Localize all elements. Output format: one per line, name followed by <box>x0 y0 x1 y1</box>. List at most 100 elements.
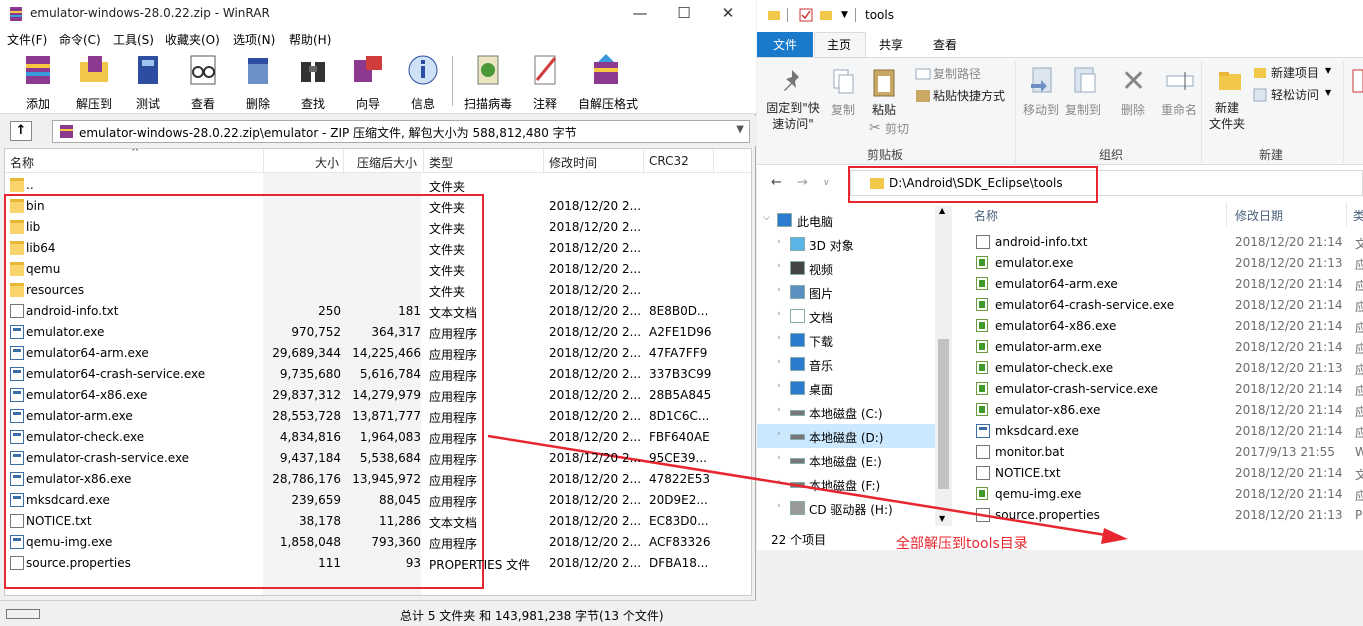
chevron-right-icon[interactable]: › <box>777 357 781 367</box>
chevron-down-icon[interactable]: ⌵ <box>763 213 770 223</box>
table-row[interactable]: emulator.exe 970,752 364,317 应用程序 2018/12/20… <box>5 322 751 343</box>
table-row[interactable]: qemu 文件夹 2018/12/20 2... <box>5 259 751 280</box>
winrar-path-field[interactable]: emulator-windows-28.0.22.zip\emulator - … <box>52 120 750 143</box>
table-row[interactable]: qemu-img.exe 1,858,048 793,360 应用程序 2018/12/… <box>5 532 751 553</box>
chevron-down-icon[interactable]: ▼ <box>736 124 744 135</box>
list-item[interactable]: emulator64-crash-service.exe 2018/12/20 2… <box>954 295 1363 316</box>
table-row[interactable]: mksdcard.exe 239,659 88,045 应用程序 2018/12/20 … <box>5 490 751 511</box>
new-item-button[interactable]: 新建项目 <box>1271 65 1319 81</box>
easy-access-dropdown-icon[interactable]: ▼ <box>1325 88 1331 97</box>
nav-item[interactable]: › 图片 <box>757 280 935 304</box>
menu-file[interactable]: 文件(F) <box>7 31 47 48</box>
info-button[interactable]: 信息 <box>395 52 451 112</box>
table-row[interactable]: emulator-crash-service.exe 9,437,184 5,538… <box>5 448 751 469</box>
maximize-button[interactable]: ☐ <box>664 4 704 22</box>
cut-button[interactable]: 剪切 <box>885 121 909 137</box>
tab-home[interactable]: 主页 <box>827 36 851 53</box>
chevron-right-icon[interactable]: › <box>777 237 781 247</box>
close-button[interactable]: ✕ <box>708 4 748 22</box>
table-row[interactable]: emulator64-x86.exe 29,837,312 14,279,979 应用… <box>5 385 751 406</box>
nav-item[interactable]: › 音乐 <box>757 352 935 376</box>
new-item-dropdown-icon[interactable]: ▼ <box>1325 66 1331 75</box>
scan-virus-button[interactable]: 扫描病毒 <box>460 52 516 112</box>
nav-item[interactable]: › 文档 <box>757 304 935 328</box>
rename-button[interactable]: 重命名 <box>1161 102 1197 118</box>
col-date-explorer[interactable]: 修改日期 <box>1235 207 1283 224</box>
table-row[interactable]: .. 文件夹 <box>5 175 751 196</box>
col-mtime[interactable]: 修改时间 <box>549 154 597 171</box>
col-type-explorer[interactable]: 类 <box>1353 207 1363 224</box>
copy-to-button[interactable]: 复制到 <box>1065 102 1101 118</box>
chevron-right-icon[interactable]: › <box>777 333 781 343</box>
find-button[interactable]: 查找 <box>285 52 341 112</box>
chevron-right-icon[interactable]: › <box>777 381 781 391</box>
menu-commands[interactable]: 命令(C) <box>59 31 101 48</box>
nav-item[interactable]: › 下载 <box>757 328 935 352</box>
list-item[interactable]: emulator-check.exe 2018/12/20 21:13 应 <box>954 358 1363 379</box>
table-row[interactable]: source.properties 111 93 PROPERTIES 文件 2018/… <box>5 553 751 574</box>
paste-shortcut-button[interactable]: 粘贴快捷方式 <box>933 88 1005 104</box>
list-item[interactable]: emulator-arm.exe 2018/12/20 21:14 应 <box>954 337 1363 358</box>
copy-button[interactable]: 复制 <box>829 102 857 118</box>
nav-item[interactable]: ⌵ 此电脑 <box>757 208 935 232</box>
nav-item[interactable]: › 3D 对象 <box>757 232 935 256</box>
extract-to-button[interactable]: 解压到 <box>66 52 122 112</box>
test-button[interactable]: 测试 <box>120 52 176 112</box>
wizard-button[interactable]: 向导 <box>340 52 396 112</box>
list-item[interactable]: emulator-crash-service.exe 2018/12/20 21:… <box>954 379 1363 400</box>
table-row[interactable]: emulator64-crash-service.exe 9,735,680 5,6… <box>5 364 751 385</box>
recent-dropdown-icon[interactable]: ∨ <box>823 178 830 188</box>
col-crc[interactable]: CRC32 <box>649 154 689 168</box>
list-item[interactable]: emulator64-arm.exe 2018/12/20 21:14 应 <box>954 274 1363 295</box>
col-size[interactable]: 大小 <box>315 154 339 171</box>
chevron-right-icon[interactable]: › <box>777 261 781 271</box>
col-name-explorer[interactable]: 名称 <box>974 207 998 224</box>
chevron-right-icon[interactable]: › <box>777 285 781 295</box>
table-row[interactable]: emulator-x86.exe 28,786,176 13,945,972 应用程序… <box>5 469 751 490</box>
pin-quick-access-button[interactable]: 固定到"快 速访问" <box>761 100 825 132</box>
menu-options[interactable]: 选项(N) <box>233 31 275 48</box>
table-row[interactable]: NOTICE.txt 38,178 11,286 文本文档 2018/12/20 2..… <box>5 511 751 532</box>
move-to-button[interactable]: 移动到 <box>1023 102 1059 118</box>
list-item[interactable]: emulator.exe 2018/12/20 21:13 应 <box>954 253 1363 274</box>
add-button[interactable]: 添加 <box>10 52 66 112</box>
delete-button[interactable]: 删除 <box>230 52 286 112</box>
properties-icon[interactable] <box>799 8 813 22</box>
table-row[interactable]: emulator-arm.exe 28,553,728 13,871,777 应用程序… <box>5 406 751 427</box>
table-row[interactable]: emulator64-arm.exe 29,689,344 14,225,466 应用… <box>5 343 751 364</box>
menu-help[interactable]: 帮助(H) <box>289 31 331 48</box>
view-button[interactable]: 查看 <box>175 52 231 112</box>
nav-item[interactable]: › 视频 <box>757 256 935 280</box>
col-type[interactable]: 类型 <box>429 154 453 171</box>
chevron-right-icon[interactable]: › <box>777 309 781 319</box>
back-arrow-icon[interactable]: ← <box>771 175 782 190</box>
menu-favorites[interactable]: 收藏夹(O) <box>165 31 220 48</box>
new-folder-icon[interactable] <box>819 8 833 22</box>
scroll-up-icon[interactable]: ▲ <box>939 206 945 215</box>
chevron-right-icon[interactable]: › <box>777 405 781 415</box>
up-folder-button[interactable]: ↑ <box>10 121 32 141</box>
list-item[interactable]: android-info.txt 2018/12/20 21:14 文 <box>954 232 1363 253</box>
table-row[interactable]: emulator-check.exe 4,834,816 1,964,083 应用程序… <box>5 427 751 448</box>
copy-path-button[interactable]: 复制路径 <box>933 66 981 82</box>
table-row[interactable]: android-info.txt 250 181 文本文档 2018/12/20 2..… <box>5 301 751 322</box>
forward-arrow-icon[interactable]: → <box>797 175 808 190</box>
customize-quick-access-icon[interactable]: ▼ <box>841 10 855 24</box>
ribbon-delete-button[interactable]: 删除 <box>1121 102 1145 118</box>
minimize-button[interactable]: — <box>620 4 660 22</box>
tab-share[interactable]: 共享 <box>879 36 903 53</box>
menu-tools[interactable]: 工具(S) <box>113 31 154 48</box>
sfx-button[interactable]: 自解压格式 <box>578 52 638 112</box>
list-item[interactable]: emulator64-x86.exe 2018/12/20 21:14 应 <box>954 316 1363 337</box>
table-row[interactable]: lib64 文件夹 2018/12/20 2... <box>5 238 751 259</box>
new-folder-button[interactable]: 新建 文件夹 <box>1209 100 1245 132</box>
col-packed[interactable]: 压缩后大小 <box>357 154 417 171</box>
tab-view[interactable]: 查看 <box>933 36 957 53</box>
table-row[interactable]: bin 文件夹 2018/12/20 2... <box>5 196 751 217</box>
paste-button[interactable]: 粘贴 <box>869 102 899 118</box>
easy-access-button[interactable]: 轻松访问 <box>1271 87 1319 103</box>
table-row[interactable]: lib 文件夹 2018/12/20 2... <box>5 217 751 238</box>
table-row[interactable]: resources 文件夹 2018/12/20 2... <box>5 280 751 301</box>
comment-button[interactable]: 注释 <box>517 52 573 112</box>
nav-item[interactable]: › 桌面 <box>757 376 935 400</box>
